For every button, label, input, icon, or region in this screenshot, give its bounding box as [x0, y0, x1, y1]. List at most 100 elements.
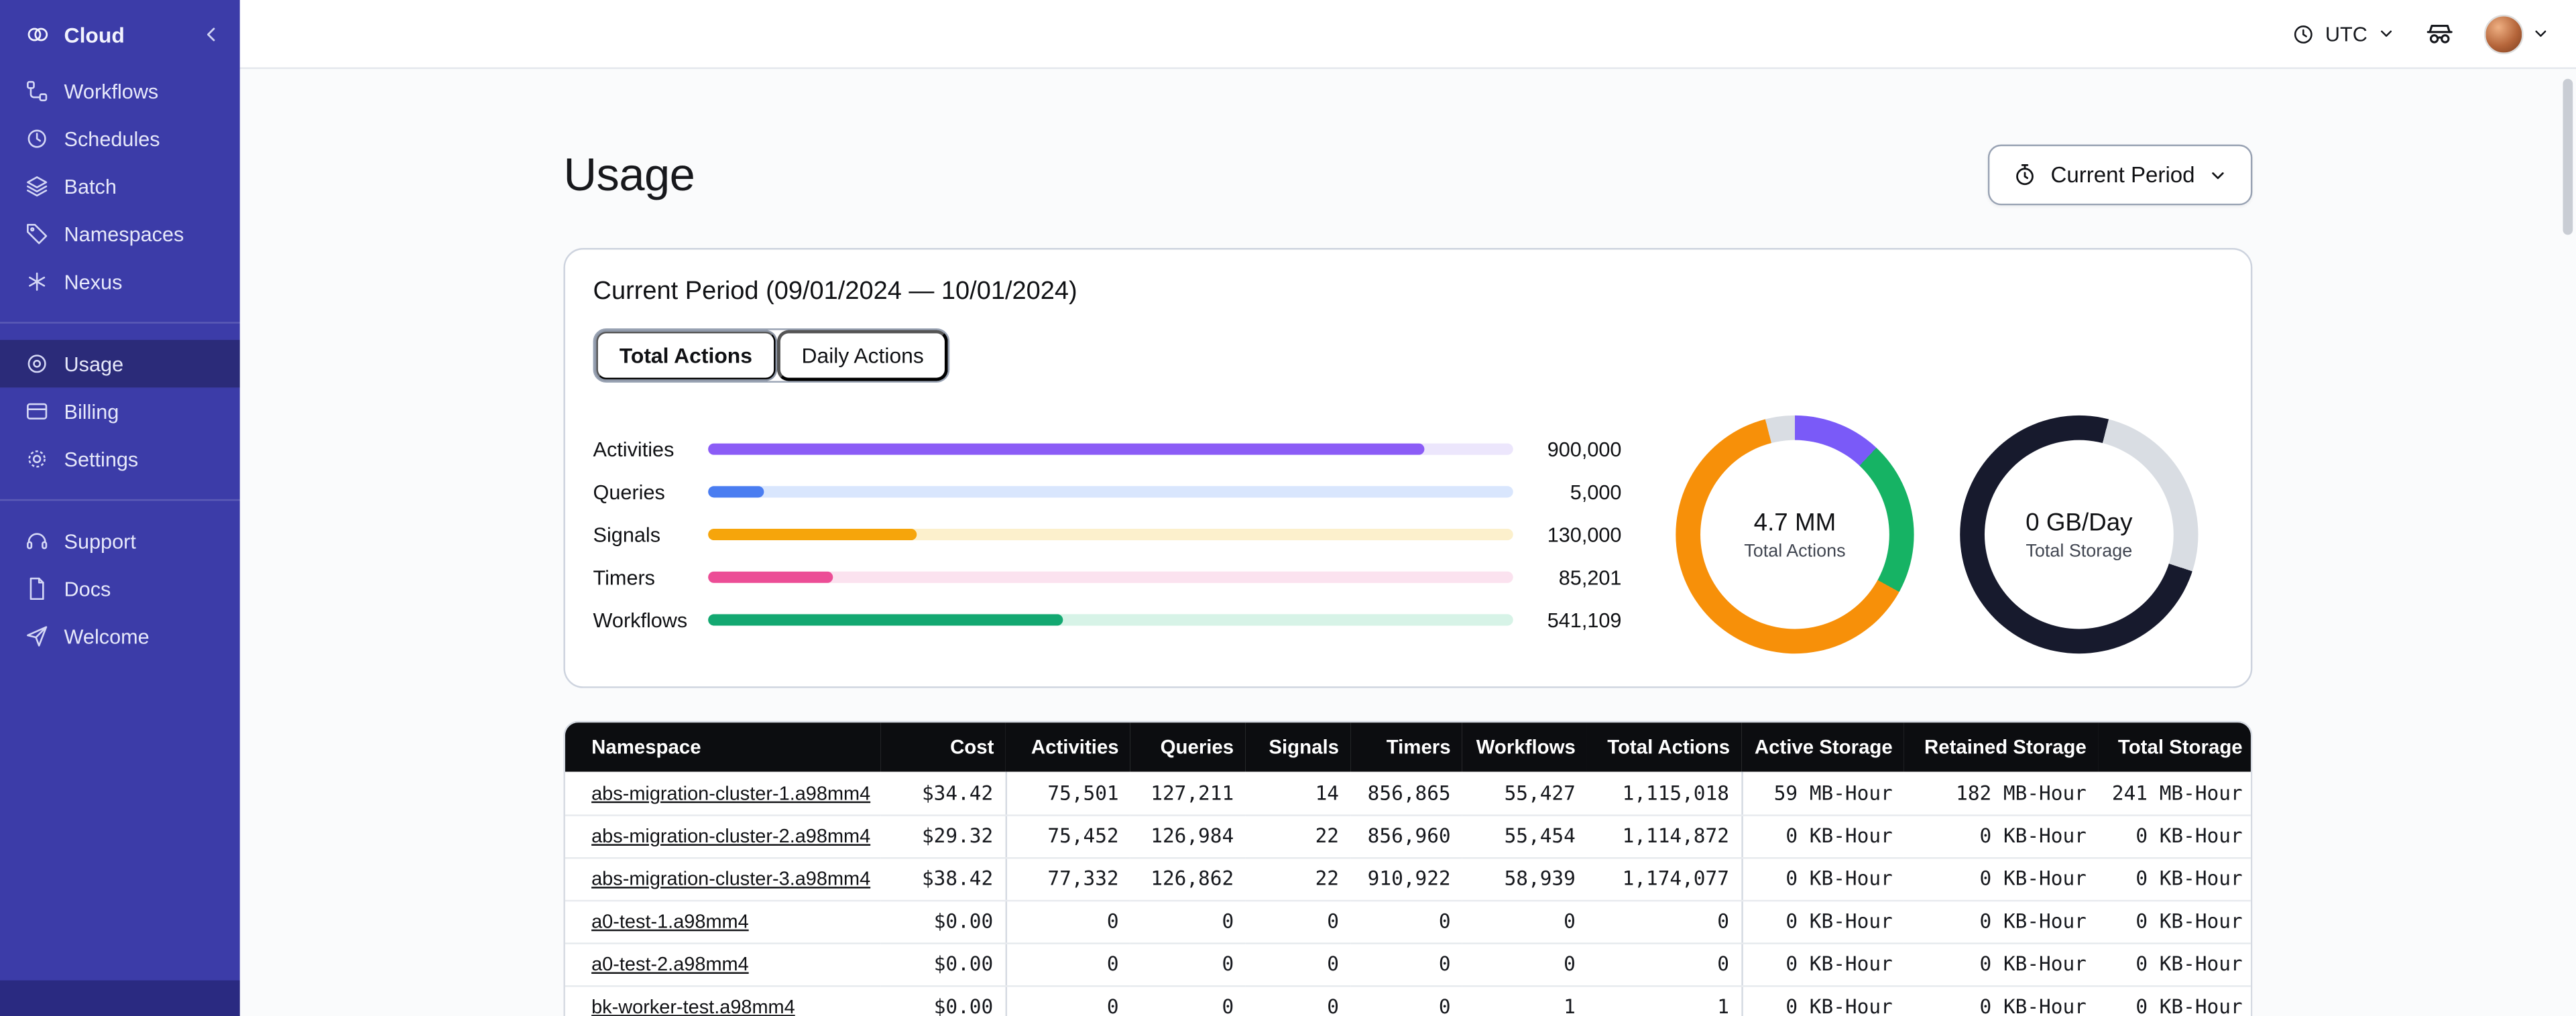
value-cell: 0 KB-Hour: [1741, 857, 1904, 901]
column-header: Namespace: [565, 722, 881, 772]
bar-track: [708, 486, 1513, 498]
billing-icon: [27, 403, 48, 420]
namespace-link[interactable]: abs-migration-cluster-3.a98mm4: [591, 867, 870, 890]
value-cell: 14: [1245, 771, 1351, 816]
value-cell: 1: [1462, 985, 1587, 1016]
nav-label: Schedules: [64, 127, 160, 151]
value-cell: 1,114,872: [1586, 814, 1743, 859]
namespace-cell: abs-migration-cluster-3.a98mm4: [565, 857, 881, 901]
bar-value: 130,000: [1547, 523, 1622, 546]
value-cell: 0: [1130, 942, 1246, 987]
sidebar-item-support[interactable]: Support: [0, 517, 240, 565]
tab-total-actions[interactable]: Total Actions: [595, 330, 777, 381]
bar-fill: [708, 614, 1063, 626]
namespace-link[interactable]: a0-test-1.a98mm4: [591, 909, 749, 932]
sidebar-item-nexus[interactable]: Nexus: [0, 258, 240, 306]
card-title: Current Period (09/01/2024 — 10/01/2024): [593, 277, 1077, 306]
welcome-icon: [27, 626, 48, 647]
sidebar-item-workflows[interactable]: Workflows: [0, 67, 240, 115]
sidebar-item-schedules[interactable]: Schedules: [0, 115, 240, 163]
user-menu[interactable]: [2483, 13, 2550, 54]
column-header: Total Storage: [2098, 722, 2251, 772]
nav-label: Support: [64, 529, 136, 553]
value-cell: 0: [1005, 985, 1130, 1016]
value-cell: $38.42: [880, 857, 1006, 901]
total-actions-donut: 4.7 MM Total Actions: [1676, 415, 1914, 654]
value-cell: 0 KB-Hour: [2098, 985, 2251, 1016]
bar-fill: [708, 486, 765, 498]
sidebar-item-docs[interactable]: Docs: [0, 565, 240, 613]
namespace-link[interactable]: abs-migration-cluster-2.a98mm4: [591, 824, 870, 847]
nav-label: Batch: [64, 174, 117, 198]
bar-label: Activities: [593, 438, 675, 461]
sidebar-item-namespaces[interactable]: Namespaces: [0, 210, 240, 258]
value-cell: 0: [1462, 942, 1587, 987]
value-cell: 75,501: [1005, 771, 1130, 816]
column-header: Timers: [1350, 722, 1462, 772]
value-cell: 0 KB-Hour: [2098, 814, 2251, 859]
value-cell: 856,865: [1350, 771, 1462, 816]
nav-label: Nexus: [64, 270, 123, 294]
value-cell: 22: [1245, 857, 1351, 901]
value-cell: 55,427: [1462, 771, 1587, 816]
bar-value: 900,000: [1547, 438, 1622, 461]
table-row: abs-migration-cluster-1.a98mm4 $34.42 75,5…: [565, 771, 2251, 816]
donut-value: 4.7 MM: [1753, 508, 1836, 537]
main-content: Usage Current Period Current Period (09/…: [239, 68, 2576, 1016]
value-cell: 1: [1586, 985, 1743, 1016]
scrollbar-thumb[interactable]: [2563, 78, 2573, 235]
nav-label: Usage: [64, 352, 124, 375]
value-cell: 0 KB-Hour: [1904, 942, 2099, 987]
bar-row-queries: Queries 5,000: [593, 470, 1622, 513]
batch-icon: [27, 176, 48, 197]
value-cell: $0.00: [880, 985, 1006, 1016]
current-period-card: Current Period (09/01/2024 — 10/01/2024)…: [563, 247, 2253, 688]
sidebar-item-welcome[interactable]: Welcome: [0, 613, 240, 660]
sidebar-item-settings[interactable]: Settings: [0, 435, 240, 483]
value-cell: 0: [1586, 899, 1743, 944]
bar-fill: [708, 443, 1425, 455]
column-header: Retained Storage: [1904, 722, 2099, 772]
timezone-label: UTC: [2325, 22, 2367, 46]
clock-icon: [2294, 24, 2313, 43]
nav-label: Namespaces: [64, 223, 184, 246]
incognito-button[interactable]: [2425, 19, 2455, 48]
namespace-link[interactable]: a0-test-2.a98mm4: [591, 952, 749, 975]
bar-value: 5,000: [1570, 480, 1622, 504]
table-row: bk-worker-test.a98mm4 $0.00 0 0 0 0 1 1 0 KB-Hou…: [565, 985, 2251, 1016]
brand-row: Cloud: [0, 0, 240, 64]
value-cell: 0: [1130, 899, 1246, 944]
table-row: a0-test-1.a98mm4 $0.00 0 0 0 0 0 0 0 KB-Hour 0 KB…: [565, 899, 2251, 944]
period-selector-button[interactable]: Current Period: [1988, 144, 2253, 206]
value-cell: 0 KB-Hour: [1741, 985, 1904, 1016]
usage-icon: [27, 355, 46, 373]
value-cell: 126,984: [1130, 814, 1246, 859]
namespace-link[interactable]: bk-worker-test.a98mm4: [591, 995, 795, 1016]
value-cell: 0 KB-Hour: [1741, 899, 1904, 944]
donut-value: 0 GB/Day: [2026, 508, 2133, 537]
total-storage-donut: 0 GB/Day Total Storage: [1960, 415, 2199, 654]
value-cell: 856,960: [1350, 814, 1462, 859]
timezone-selector[interactable]: UTC: [2292, 22, 2396, 45]
donut-center: 4.7 MM Total Actions: [1700, 440, 1889, 629]
bar-row-activities: Activities 900,000: [593, 428, 1622, 470]
namespace-usage-table: Namespace Cost Activities Queries Signals Tim…: [563, 720, 2253, 1016]
settings-icon: [28, 450, 46, 468]
page-title: Usage: [563, 148, 695, 200]
value-cell: 0: [1462, 899, 1587, 944]
donut-center: 0 GB/Day Total Storage: [1984, 440, 2174, 629]
namespaces-icon: [27, 224, 48, 245]
sidebar-collapse-button[interactable]: [200, 23, 223, 46]
bar-track: [708, 614, 1513, 626]
sidebar-item-batch[interactable]: Batch: [0, 163, 240, 210]
sidebar-item-billing[interactable]: Billing: [0, 387, 240, 435]
user-avatar[interactable]: [2483, 13, 2524, 54]
namespace-link[interactable]: abs-migration-cluster-1.a98mm4: [591, 781, 870, 804]
chevron-down-icon: [2381, 30, 2392, 37]
value-cell: 22: [1245, 814, 1351, 859]
column-header: Queries: [1130, 722, 1246, 772]
column-header: Cost: [880, 722, 1006, 772]
bar-label: Timers: [593, 566, 656, 589]
tab-daily-actions[interactable]: Daily Actions: [776, 330, 949, 381]
sidebar-item-usage[interactable]: Usage: [0, 340, 240, 388]
